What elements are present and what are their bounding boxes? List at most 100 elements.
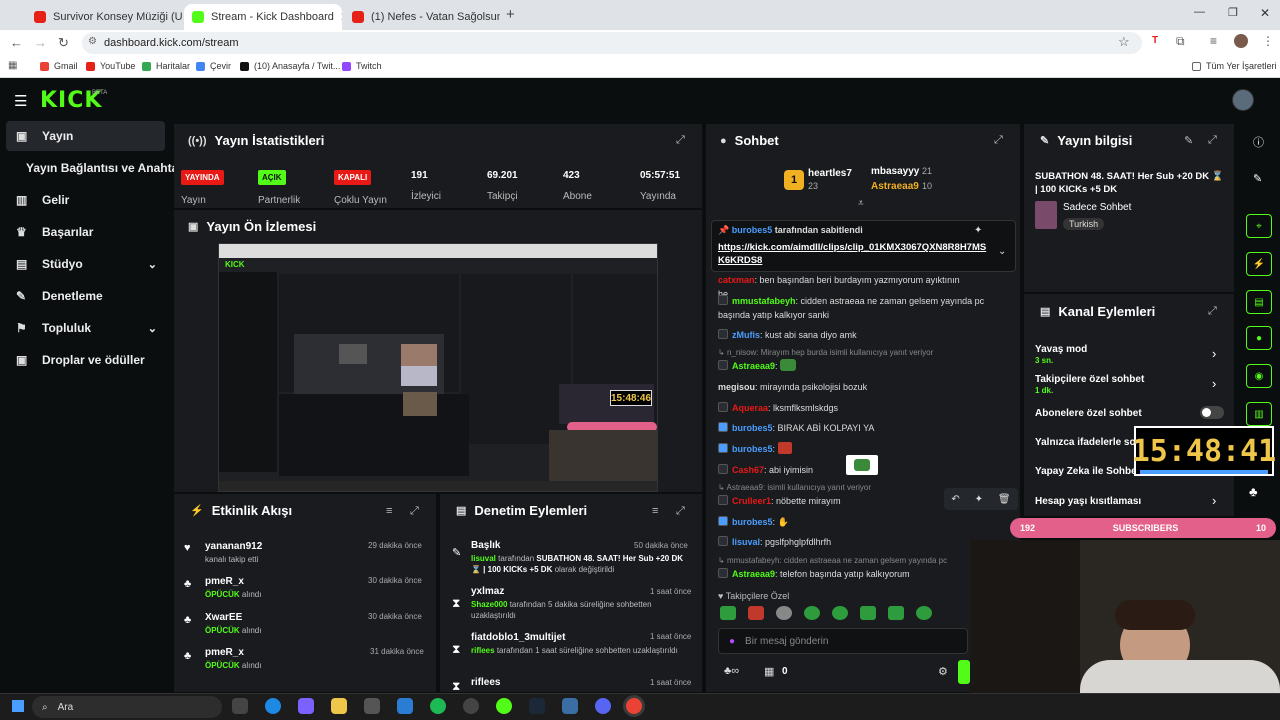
profile-avatar[interactable] (1234, 34, 1248, 48)
app-icon[interactable] (562, 698, 578, 714)
forward-icon[interactable]: → (34, 35, 47, 50)
sidebar-item-droplar[interactable]: ▣ Droplar ve ödüller (6, 345, 165, 375)
chat-message[interactable]: megisou: mirayında psikolojisi bozuk (718, 380, 968, 394)
all-bookmarks[interactable]: Tüm Yer İşaretleri (1192, 61, 1277, 71)
reading-list-icon[interactable]: ≡ (1210, 34, 1217, 48)
expand-icon[interactable]: ⤢ (410, 505, 419, 518)
chat-message[interactable]: Aqueraa: lksmflksmlskdgs (718, 401, 968, 415)
mic-icon[interactable]: ● (729, 636, 735, 647)
apps-grid-icon[interactable]: ▦ (8, 60, 17, 71)
close-tab-icon[interactable]: ✕ (334, 10, 342, 24)
bookmark-twitter[interactable]: (10) Anasayfa / Twit... (240, 61, 340, 71)
expand-icon[interactable]: ⤢ (994, 134, 1003, 147)
pinned-link[interactable]: https://kick.com/aimdll/clips/clip_01KMX… (718, 241, 988, 267)
points-icon[interactable]: ♣ (1249, 484, 1258, 499)
star-icon[interactable]: ☆ (1118, 34, 1130, 50)
stream-preview-video[interactable]: KICK (218, 243, 658, 492)
broadcast-icon[interactable]: ◉ (1246, 364, 1272, 388)
mail-icon[interactable] (397, 698, 413, 714)
chat-message[interactable]: burobes5: (718, 442, 968, 456)
extension-icon[interactable]: T (1152, 35, 1158, 46)
emote-icon[interactable] (916, 606, 932, 620)
pin-icon[interactable]: ✦ (975, 494, 983, 505)
bookmark-gmail[interactable]: Gmail (40, 61, 78, 71)
browser-tab[interactable]: Survivor Konsey Müziği (Uzun V✕ (26, 4, 182, 30)
minimize-icon[interactable]: — (1194, 6, 1205, 18)
discord-icon[interactable] (595, 698, 611, 714)
chat-message[interactable]: burobes5: BIRAK ABİ KOLPAYI YA (718, 421, 968, 435)
edit-icon[interactable]: ✎ (1253, 172, 1262, 185)
target-icon[interactable]: ⌖ (1246, 214, 1272, 238)
steam-icon[interactable] (529, 698, 545, 714)
url-bar[interactable]: dashboard.kick.com/stream (82, 32, 1142, 54)
chat-message[interactable]: lisuval: pgslfphglpfdlhrfh (718, 535, 968, 549)
sidebar-item-topluluk[interactable]: ⚑ Topluluk ⌄ (6, 313, 165, 343)
chevron-down-icon[interactable]: ⌄ (998, 246, 1006, 257)
document-icon[interactable]: ▤ (1246, 290, 1272, 314)
spotify-icon[interactable] (430, 698, 446, 714)
chevron-right-icon[interactable]: › (1212, 493, 1216, 508)
emote-icon[interactable] (888, 606, 904, 620)
expand-icon[interactable]: ⤢ (1208, 134, 1217, 147)
emote-icon[interactable] (748, 606, 764, 620)
subscriber-only-toggle[interactable] (1200, 406, 1224, 419)
sidebar-item-yayin[interactable]: ▣ Yayın (6, 121, 165, 151)
chat-message[interactable]: Cash67: abi iyimisin (718, 463, 968, 477)
unpin-icon[interactable]: ✦ (974, 225, 982, 236)
extensions-icon[interactable]: ⧉ (1176, 34, 1185, 49)
chat-message[interactable]: Crulleer1: nöbette mirayım (718, 494, 968, 508)
expand-icon[interactable]: ⤢ (676, 505, 685, 518)
expand-icon[interactable]: ⤢ (1208, 305, 1217, 318)
maximize-icon[interactable]: ❐ (1228, 6, 1238, 19)
store-icon[interactable] (364, 698, 380, 714)
sidebar-item-stream-key[interactable]: Yayın Bağlantısı ve Anahtarı (6, 153, 186, 183)
taskbar-search[interactable]: ⌕ Ara (32, 696, 222, 718)
emote-icon[interactable] (832, 606, 848, 620)
hamburger-menu-icon[interactable]: ☰ (14, 92, 27, 110)
chat-message[interactable]: Astraeaa9: telefon başında yatıp kalkıyo… (718, 567, 968, 581)
chat-message[interactable]: burobes5: ✋ (718, 515, 968, 529)
edit-icon[interactable]: ✎ (1184, 134, 1193, 147)
leader-name[interactable]: heartles7 (808, 168, 852, 179)
site-info-icon[interactable]: ⚙ (88, 36, 97, 47)
leader-name[interactable]: mbasayyy (871, 166, 919, 177)
task-view-icon[interactable] (232, 698, 248, 714)
kick-app-icon[interactable] (496, 698, 512, 714)
sidebar-item-studyo[interactable]: ▤ Stüdyo ⌄ (6, 249, 165, 279)
delete-icon[interactable]: 🗑 (998, 494, 1011, 505)
new-tab-button[interactable]: + (506, 6, 515, 23)
filter-icon[interactable]: ≡ (386, 505, 392, 517)
file-explorer-icon[interactable] (331, 698, 347, 714)
emote-icon[interactable] (776, 606, 792, 620)
chevron-right-icon[interactable]: › (1212, 376, 1216, 391)
menu-icon[interactable]: ⋮ (1262, 34, 1274, 48)
info-icon[interactable]: ⓘ (1253, 134, 1264, 150)
bookmark-translate[interactable]: Çevir (196, 61, 231, 71)
leader-name[interactable]: Astraeaa9 (871, 181, 919, 192)
bookmark-twitch[interactable]: Twitch (342, 61, 382, 71)
sidebar-item-basarilar[interactable]: ♛ Başarılar (6, 217, 165, 247)
gift-icon[interactable]: ▦ (764, 665, 774, 678)
emote-icon[interactable] (860, 606, 876, 620)
bookmark-youtube[interactable]: YouTube (86, 61, 135, 71)
send-button[interactable] (958, 660, 970, 684)
list-icon[interactable]: ▥ (1246, 402, 1272, 426)
chat-icon[interactable]: ● (1246, 326, 1272, 350)
edge-icon[interactable] (265, 698, 281, 714)
chrome-icon[interactable] (626, 698, 642, 714)
collapse-icon[interactable]: ⩡ (858, 198, 864, 209)
copilot-icon[interactable] (298, 698, 314, 714)
user-avatar[interactable] (1232, 89, 1254, 111)
obs-icon[interactable] (463, 698, 479, 714)
chat-message[interactable]: mmustafabeyh: cidden astraeaa ne zaman g… (718, 294, 1003, 322)
browser-tab[interactable]: (1) Nefes - Vatan Sağolsun | Mi✕ (344, 4, 500, 30)
chat-message[interactable]: Astraeaa9: (718, 359, 968, 373)
emote-icon[interactable] (804, 606, 820, 620)
chat-input[interactable]: ● Bir mesaj gönderin (718, 628, 968, 654)
emote-icon[interactable] (720, 606, 736, 620)
reply-icon[interactable]: ↶ (951, 494, 959, 505)
browser-tab-active[interactable]: Stream - Kick Dashboard✕ (184, 4, 342, 30)
back-icon[interactable]: ← (10, 35, 23, 50)
lightning-icon[interactable]: ⚡ (1246, 252, 1272, 276)
reload-icon[interactable]: ↻ (58, 35, 69, 51)
